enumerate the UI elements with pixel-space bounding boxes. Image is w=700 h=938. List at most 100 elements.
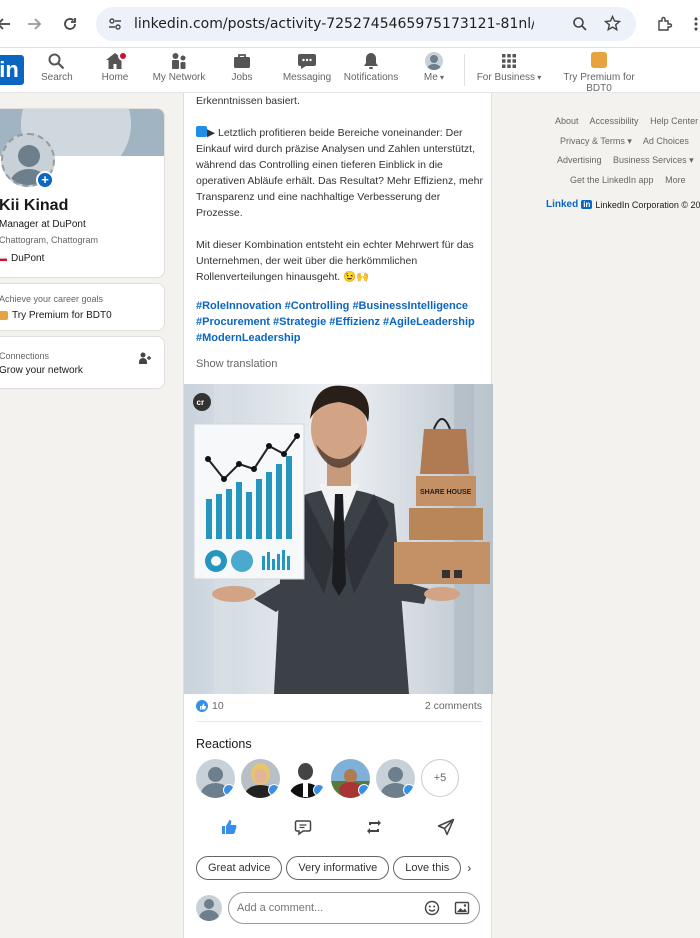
zoom-icon[interactable] (572, 16, 588, 32)
profile-name[interactable]: Kii Kinad (0, 197, 68, 215)
nav-my-network[interactable]: My Network (150, 52, 208, 83)
footer-link-about[interactable]: About (555, 116, 579, 126)
bell-icon (364, 53, 378, 69)
footer-link-get-app[interactable]: Get the LinkedIn app (570, 175, 654, 185)
post-card: Erkenntnissen basiert. ▶ Letztlich profi… (183, 93, 493, 938)
post-image[interactable]: SHARE HOUSE cr (184, 384, 493, 694)
back-icon[interactable] (0, 12, 16, 36)
post-paragraph-text: ▶ Letztlich profitieren beide Bereiche v… (196, 127, 483, 219)
premium-icon (591, 52, 607, 68)
grid-icon (502, 54, 516, 68)
add-photo-icon[interactable]: + (36, 171, 54, 189)
nav-search-label: Search (41, 72, 73, 83)
send-button[interactable] (434, 817, 458, 837)
nav-try-premium[interactable]: Try Premium for BDT0 (552, 52, 646, 94)
repost-button[interactable] (362, 817, 386, 837)
nav-search[interactable]: Search (41, 52, 73, 83)
comment-input[interactable] (228, 892, 480, 924)
engagement-row: 10 2 comments (196, 700, 482, 716)
play-icon (196, 126, 207, 137)
nav-messaging-label: Messaging (282, 72, 332, 83)
suggested-replies: Great advice Very informative Love this … (196, 856, 471, 880)
profile-location: Chattogram, Chattogram (0, 235, 99, 245)
post-paragraph: Mit dieser Kombination entsteht ein echt… (196, 239, 474, 283)
post-hashtags[interactable]: #RoleInnovation #Controlling #BusinessIn… (196, 298, 486, 346)
comment-composer (196, 892, 486, 924)
footer-link-more[interactable]: More (665, 175, 686, 185)
more-reactions-button[interactable]: +5 (421, 759, 459, 797)
footer-link-accessibility[interactable]: Accessibility (590, 116, 639, 126)
network-icon (172, 53, 186, 69)
post-paragraph: ▶ Letztlich profitieren beide Bereiche v… (196, 125, 486, 221)
likes-count[interactable]: 10 (196, 700, 224, 712)
commenter-avatar (196, 895, 222, 921)
nav-messaging[interactable]: Messaging (282, 52, 332, 83)
chevron-down-icon: ▾ (535, 73, 542, 82)
site-settings-icon[interactable] (108, 17, 122, 31)
linkedin-wordmark: Linked (546, 199, 579, 210)
reactor-avatar[interactable] (196, 759, 235, 798)
copyright-text: LinkedIn Corporation © 2024 (595, 199, 700, 210)
reactor-avatar[interactable] (241, 759, 280, 798)
footer-link-help-center[interactable]: Help Center (650, 116, 698, 126)
suggested-reply-chip[interactable]: Great advice (196, 856, 283, 880)
browser-toolbar: linkedin.com/posts/activity-725274546597… (0, 0, 700, 48)
nav-home[interactable]: Home (99, 51, 131, 83)
nav-me[interactable]: Me ▾ (420, 52, 448, 83)
connections-card[interactable]: Connections Grow your network (0, 336, 165, 389)
footer-link-ad-choices[interactable]: Ad Choices (643, 136, 689, 146)
footer-link-privacy-terms[interactable]: Privacy & Terms ▾ (560, 136, 632, 146)
emoji-icon[interactable] (424, 900, 440, 916)
post-spacer (196, 109, 486, 125)
nav-jobs-label: Jobs (231, 72, 253, 83)
career-prompt: Achieve your career goals (0, 294, 104, 304)
reload-icon[interactable] (58, 12, 82, 36)
add-person-icon (139, 352, 151, 364)
image-icon[interactable] (454, 900, 470, 916)
like-button[interactable] (217, 817, 241, 837)
footer-row: Advertising Business Services ▾ (540, 151, 700, 171)
chevron-right-icon[interactable]: › (467, 856, 471, 880)
thumbs-up-icon (222, 820, 237, 834)
linkedin-in-mark: in (581, 200, 593, 209)
engagement-divider (196, 721, 482, 722)
linkedin-logo[interactable]: in (0, 55, 24, 85)
browser-menu-icon[interactable] (684, 12, 700, 36)
nav-try-premium-label: Try Premium for BDT0 (563, 72, 635, 94)
post-actions (184, 811, 493, 841)
bookmark-star-icon[interactable] (604, 15, 621, 32)
url-text: linkedin.com/posts/activity-725274546597… (134, 16, 534, 32)
reactions-title: Reactions (196, 737, 252, 751)
address-bar[interactable]: linkedin.com/posts/activity-725274546597… (96, 7, 636, 41)
comment-button[interactable] (291, 817, 315, 837)
career-card[interactable]: Achieve your career goals Try Premium fo… (0, 283, 165, 331)
nav-divider (464, 54, 465, 86)
reactor-avatar[interactable] (286, 759, 325, 798)
reactor-avatar[interactable] (331, 759, 370, 798)
comments-count-link[interactable]: 2 comments (425, 700, 482, 712)
reactor-avatar[interactable] (376, 759, 415, 798)
footer-link-advertising[interactable]: Advertising (557, 155, 602, 165)
forward-icon[interactable] (22, 12, 46, 36)
cr-badge-label: cr (197, 398, 205, 407)
messaging-icon (298, 54, 316, 69)
avatar (425, 52, 443, 70)
suggested-reply-chip[interactable]: Love this (393, 856, 462, 880)
footer-link-business-services[interactable]: Business Services ▾ (613, 155, 694, 165)
profile-company-label: DuPont (11, 253, 45, 264)
search-icon (48, 53, 65, 70)
reactions-row: +5 (196, 759, 459, 799)
nav-jobs[interactable]: Jobs (230, 52, 254, 83)
suggested-reply-chip[interactable]: Very informative (286, 856, 390, 880)
footer-row: About Accessibility Help Center (540, 112, 700, 132)
nav-for-business[interactable]: For Business ▾ (476, 52, 542, 83)
extensions-icon[interactable] (652, 12, 676, 36)
likes-count-label: 10 (212, 700, 224, 712)
profile-company[interactable]: ▬ DuPont (0, 253, 44, 264)
profile-title: Manager at DuPont (0, 219, 86, 230)
show-translation-link[interactable]: Show translation (196, 358, 277, 370)
career-premium-link[interactable]: Try Premium for BDT0 (0, 310, 112, 321)
post-paragraph: Erkenntnissen basiert. (196, 95, 300, 107)
nav-notifications[interactable]: Notifications (343, 52, 399, 83)
nav-home-label: Home (101, 72, 129, 83)
